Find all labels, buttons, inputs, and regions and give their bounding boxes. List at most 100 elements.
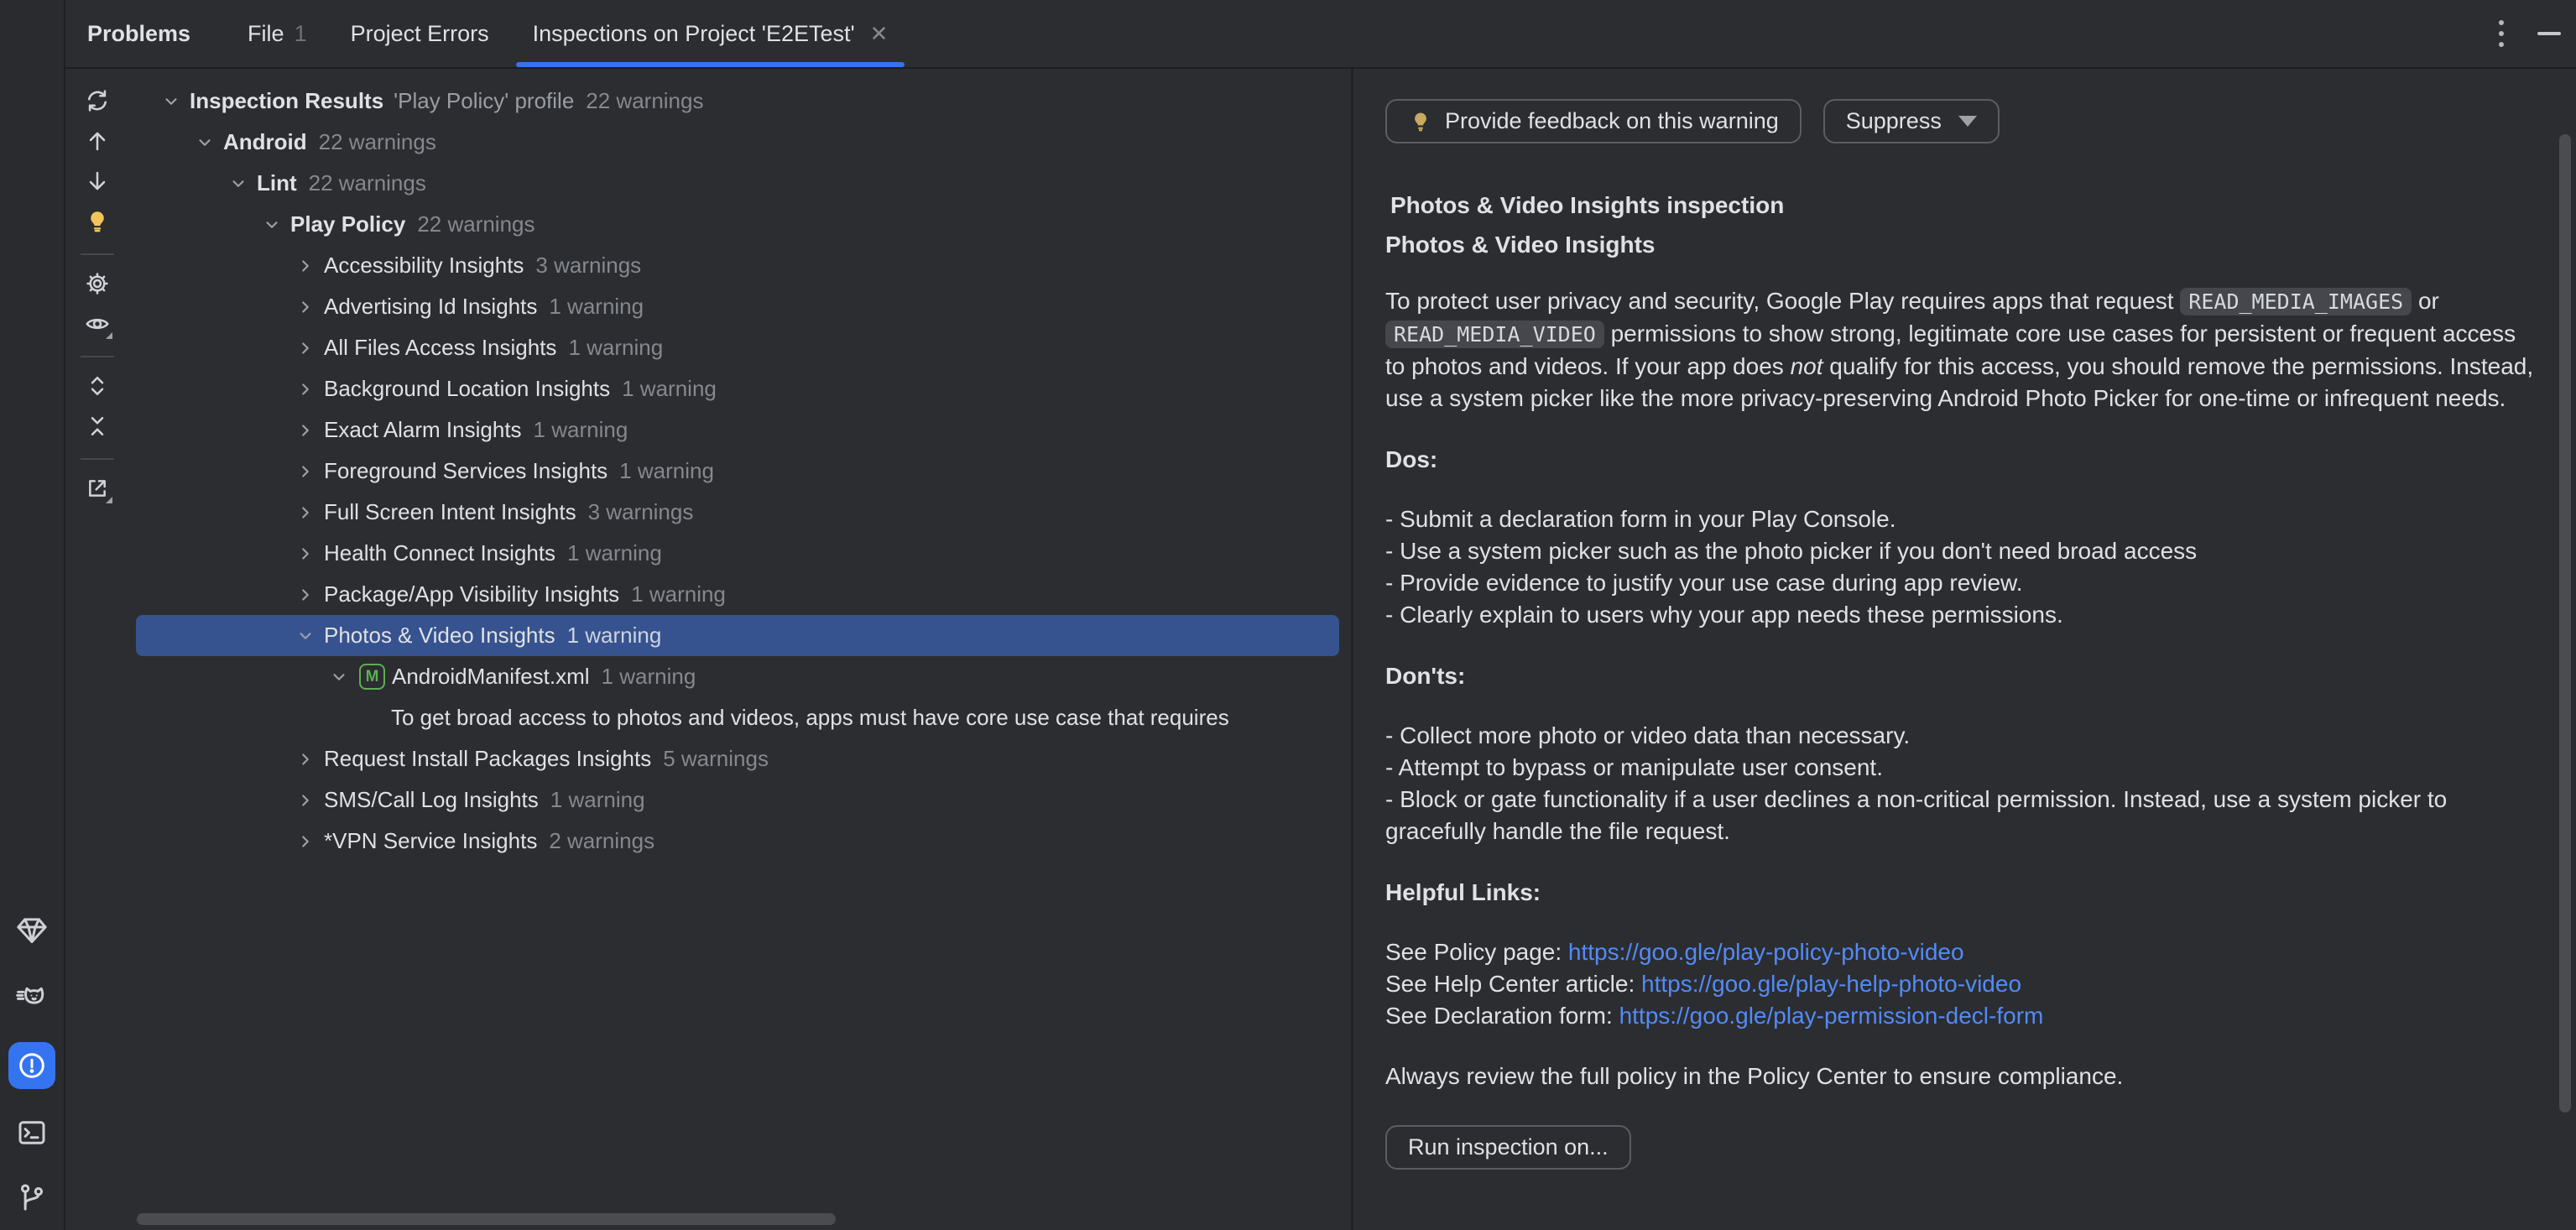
export-icon[interactable] — [79, 470, 116, 507]
link-line: See Declaration form: https://goo.gle/pl… — [1385, 1000, 2537, 1032]
chevron-down-icon[interactable] — [227, 175, 250, 193]
tree-row[interactable]: All Files Access Insights1 warning — [129, 327, 1351, 368]
tree-row[interactable]: Android22 warnings — [129, 122, 1351, 163]
chevron-down-icon[interactable] — [327, 668, 351, 686]
tree-row[interactable]: Inspection Results'Play Policy' profile2… — [129, 81, 1351, 122]
tool-window-stripe — [0, 0, 65, 1230]
chevron-right-icon[interactable] — [294, 545, 317, 563]
tree-row-count: 1 warning — [602, 664, 696, 690]
policy-link[interactable]: https://goo.gle/play-help-photo-video — [1641, 971, 2021, 997]
inspection-subtitle: Photos & Video Insights — [1385, 232, 2537, 258]
tree-row[interactable]: Health Connect Insights1 warning — [129, 533, 1351, 574]
chevron-down-icon[interactable] — [159, 92, 183, 111]
link-prefix: See Help Center article: — [1385, 971, 1641, 997]
tree-row-label: AndroidManifest.xml — [392, 664, 590, 690]
gear-icon[interactable] — [79, 265, 116, 302]
donts-item: - Block or gate functionality if a user … — [1385, 784, 2537, 847]
chevron-down-icon[interactable] — [294, 627, 317, 645]
tab-label: Inspections on Project 'E2ETest' — [533, 21, 855, 47]
chevron-right-icon[interactable] — [294, 750, 317, 769]
error-circle-icon[interactable] — [8, 1042, 55, 1089]
refresh-icon[interactable] — [79, 82, 116, 119]
tab-file[interactable]: File1 — [226, 0, 329, 67]
policy-link[interactable]: https://goo.gle/play-policy-photo-video — [1568, 939, 1964, 965]
tree-row[interactable]: Package/App Visibility Insights1 warning — [129, 574, 1351, 615]
lightbulb-icon — [1408, 109, 1433, 134]
tab-inspections-on-project-e2etest-[interactable]: Inspections on Project 'E2ETest' ✕ — [511, 0, 910, 67]
tree-row-count: 3 warnings — [535, 253, 641, 279]
chevron-right-icon[interactable] — [294, 586, 317, 604]
tree-row-label: Lint — [257, 170, 297, 196]
tree-row-label: Foreground Services Insights — [324, 458, 607, 484]
suppress-button-label: Suppress — [1846, 108, 1942, 134]
collapse-all-icon[interactable] — [79, 408, 116, 445]
lightbulb-icon[interactable] — [79, 203, 116, 240]
tree-row[interactable]: Advertising Id Insights1 warning — [129, 286, 1351, 327]
tree-row[interactable]: Request Install Packages Insights5 warni… — [129, 738, 1351, 779]
inspection-title: Photos & Video Insights inspection — [1385, 192, 2537, 219]
chevron-right-icon[interactable] — [294, 339, 317, 357]
expand-all-icon[interactable] — [79, 367, 116, 404]
tree-row[interactable]: Background Location Insights1 warning — [129, 368, 1351, 409]
tree-row[interactable]: MAndroidManifest.xml1 warning — [129, 656, 1351, 697]
dos-item: - Submit a declaration form in your Play… — [1385, 503, 2537, 535]
permission-code-chip: READ_MEDIA_IMAGES — [2180, 288, 2412, 315]
arrow-up-icon[interactable] — [79, 122, 116, 159]
inspection-description-pane: Provide feedback on this warning Suppres… — [1351, 69, 2576, 1230]
dos-heading: Dos: — [1385, 446, 2537, 473]
inspection-results-tree: Inspection Results'Play Policy' profile2… — [129, 69, 1351, 1230]
link-line: See Policy page: https://goo.gle/play-po… — [1385, 936, 2537, 968]
suppress-button[interactable]: Suppress — [1823, 99, 2000, 143]
tree-row-count: 22 warnings — [319, 129, 436, 155]
tree-row-count: 1 warning — [549, 294, 644, 320]
arrow-down-icon[interactable] — [79, 163, 116, 200]
tree-row[interactable]: SMS/Call Log Insights1 warning — [129, 779, 1351, 821]
tree-row[interactable]: Lint22 warnings — [129, 163, 1351, 204]
toolbar-separator — [81, 356, 114, 357]
policy-link[interactable]: https://goo.gle/play-permission-decl-for… — [1619, 1003, 2044, 1029]
tree-row[interactable]: Full Screen Intent Insights3 warnings — [129, 492, 1351, 533]
toolbar-separator — [81, 458, 114, 460]
vertical-scrollbar[interactable] — [2559, 134, 2571, 1113]
chevron-down-icon[interactable] — [193, 133, 216, 152]
close-icon[interactable]: ✕ — [870, 21, 889, 47]
tree-row-count: 1 warning — [567, 623, 662, 649]
tree-row-label: To get broad access to photos and videos… — [391, 705, 1229, 731]
tree-row[interactable]: Play Policy22 warnings — [129, 204, 1351, 245]
tree-row[interactable]: Accessibility Insights3 warnings — [129, 245, 1351, 286]
chevron-right-icon[interactable] — [294, 462, 317, 481]
horizontal-scrollbar[interactable] — [137, 1213, 836, 1225]
tree-row[interactable]: Foreground Services Insights1 warning — [129, 451, 1351, 492]
chevron-right-icon[interactable] — [294, 421, 317, 440]
tree-warning-message[interactable]: To get broad access to photos and videos… — [129, 697, 1351, 738]
terminal-icon[interactable] — [8, 1109, 55, 1156]
chevron-right-icon[interactable] — [294, 791, 317, 810]
gem-icon[interactable] — [8, 907, 55, 954]
tree-row-count: 2 warnings — [549, 828, 654, 854]
tab-project-errors[interactable]: Project Errors — [329, 0, 511, 67]
tree-row[interactable]: Photos & Video Insights1 warning — [136, 615, 1339, 656]
cat-icon[interactable] — [8, 975, 55, 1022]
inspection-intro: To protect user privacy and security, Go… — [1385, 285, 2537, 414]
tool-window-header: Problems File1Project ErrorsInspections … — [65, 0, 2576, 69]
tree-row-count: 5 warnings — [663, 746, 769, 772]
kebab-menu-icon[interactable] — [2494, 15, 2509, 52]
run-inspection-button[interactable]: Run inspection on... — [1385, 1125, 1631, 1170]
tree-row[interactable]: Exact Alarm Insights1 warning — [129, 409, 1351, 451]
chevron-right-icon[interactable] — [294, 832, 317, 851]
tree-row-count: 22 warnings — [417, 211, 534, 237]
donts-heading: Don'ts: — [1385, 663, 2537, 690]
chevron-right-icon[interactable] — [294, 298, 317, 316]
git-branch-icon[interactable] — [8, 1175, 55, 1222]
provide-feedback-button[interactable]: Provide feedback on this warning — [1385, 99, 1802, 143]
donts-item: - Collect more photo or video data than … — [1385, 720, 2537, 752]
tab-count: 1 — [295, 21, 307, 47]
minimize-icon[interactable] — [2537, 32, 2561, 35]
tree-row-label: All Files Access Insights — [324, 335, 556, 361]
chevron-right-icon[interactable] — [294, 257, 317, 275]
tree-row[interactable]: *VPN Service Insights2 warnings — [129, 821, 1351, 862]
chevron-down-icon[interactable] — [260, 216, 284, 234]
chevron-right-icon[interactable] — [294, 503, 317, 522]
eye-icon[interactable] — [79, 305, 116, 342]
chevron-right-icon[interactable] — [294, 380, 317, 399]
